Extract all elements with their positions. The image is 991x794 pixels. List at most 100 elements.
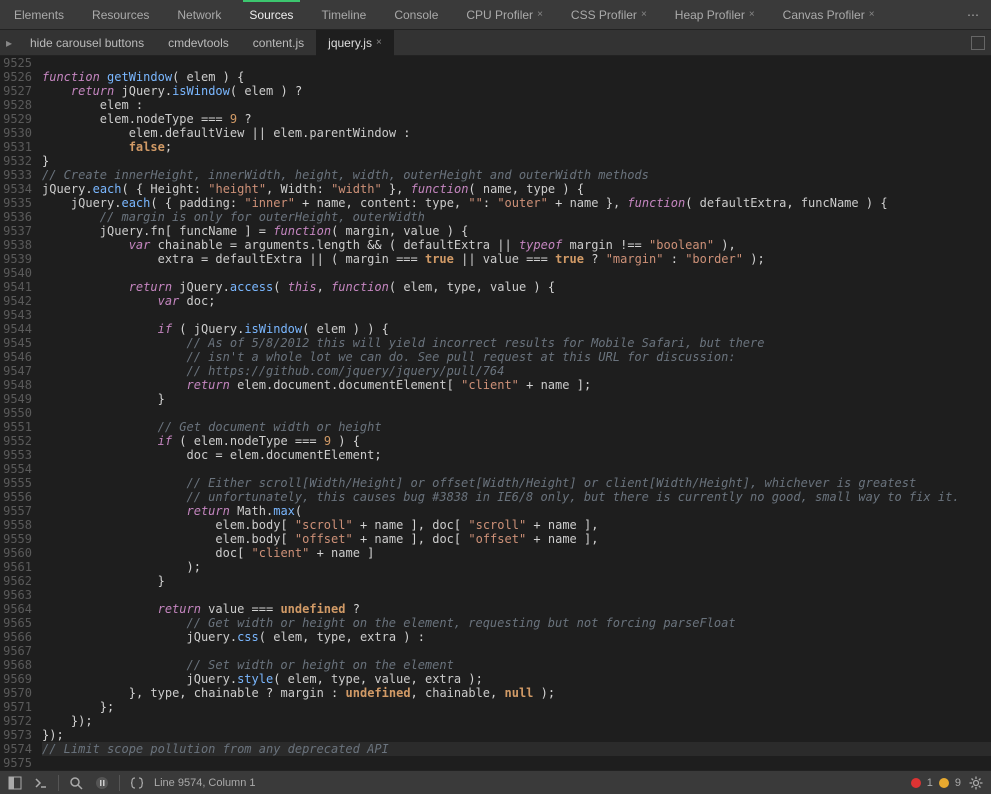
line-number[interactable]: 9568 [0,658,32,672]
error-icon[interactable] [911,778,921,788]
devtools-tab-resources[interactable]: Resources [78,0,163,30]
code-line[interactable]: jQuery.each( { Height: "height", Width: … [42,182,991,196]
line-number[interactable]: 9543 [0,308,32,322]
gear-icon[interactable] [967,774,985,792]
line-number[interactable]: 9549 [0,392,32,406]
code-line[interactable] [42,266,991,280]
code-line[interactable]: }); [42,714,991,728]
close-icon[interactable]: × [376,30,382,56]
line-number[interactable]: 9574 [0,742,32,756]
line-number[interactable]: 9551 [0,420,32,434]
code-line[interactable]: false; [42,140,991,154]
line-number[interactable]: 9575 [0,756,32,770]
code-line[interactable]: elem.defaultView || elem.parentWindow : [42,126,991,140]
code-line[interactable]: doc[ "client" + name ] [42,546,991,560]
code-line[interactable]: // Create innerHeight, innerWidth, heigh… [42,168,991,182]
panel-toggle-icon[interactable] [971,36,985,50]
code-line[interactable]: elem : [42,98,991,112]
line-number[interactable]: 9539 [0,252,32,266]
more-menu-icon[interactable]: ⋯ [955,8,991,22]
devtools-tab-css-profiler[interactable]: CSS Profiler× [557,0,661,30]
code-line[interactable]: // Get width or height on the element, r… [42,616,991,630]
code-line[interactable]: doc = elem.documentElement; [42,448,991,462]
code-line[interactable]: var chainable = arguments.length && ( de… [42,238,991,252]
line-number[interactable]: 9569 [0,672,32,686]
file-tab-hide-carousel-buttons[interactable]: hide carousel buttons [18,30,156,56]
line-number[interactable]: 9563 [0,588,32,602]
line-number[interactable]: 9573 [0,728,32,742]
file-tab-dropdown-icon[interactable]: ▸ [0,36,18,50]
dock-icon[interactable] [6,774,24,792]
line-number[interactable]: 9548 [0,378,32,392]
line-number[interactable]: 9552 [0,434,32,448]
line-number[interactable]: 9546 [0,350,32,364]
line-number[interactable]: 9526 [0,70,32,84]
line-number[interactable]: 9559 [0,532,32,546]
devtools-tab-cpu-profiler[interactable]: CPU Profiler× [452,0,557,30]
code-content[interactable]: function getWindow( elem ) { return jQue… [38,56,991,770]
code-line[interactable]: }; [42,700,991,714]
code-line[interactable]: elem.nodeType === 9 ? [42,112,991,126]
line-number[interactable]: 9545 [0,336,32,350]
code-line[interactable]: } [42,154,991,168]
close-icon[interactable]: × [869,0,875,30]
devtools-tab-sources[interactable]: Sources [235,0,307,30]
line-number[interactable]: 9554 [0,462,32,476]
code-line[interactable]: if ( elem.nodeType === 9 ) { [42,434,991,448]
code-line[interactable]: // As of 5/8/2012 this will yield incorr… [42,336,991,350]
line-number[interactable]: 9530 [0,126,32,140]
code-line[interactable]: // Set width or height on the element [42,658,991,672]
code-line[interactable]: jQuery.css( elem, type, extra ) : [42,630,991,644]
line-number[interactable]: 9544 [0,322,32,336]
line-number[interactable]: 9525 [0,56,32,70]
code-line[interactable] [42,588,991,602]
devtools-tab-elements[interactable]: Elements [0,0,78,30]
line-number[interactable]: 9571 [0,700,32,714]
line-number[interactable]: 9532 [0,154,32,168]
code-line[interactable] [42,756,991,770]
code-line[interactable]: jQuery.style( elem, type, value, extra )… [42,672,991,686]
line-number[interactable]: 9533 [0,168,32,182]
line-number[interactable]: 9565 [0,616,32,630]
file-tab-content-js[interactable]: content.js [241,30,316,56]
line-number[interactable]: 9529 [0,112,32,126]
code-line[interactable]: // Get document width or height [42,420,991,434]
code-line[interactable]: jQuery.fn[ funcName ] = function( margin… [42,224,991,238]
line-number[interactable]: 9572 [0,714,32,728]
code-line[interactable]: ); [42,560,991,574]
line-number[interactable]: 9567 [0,644,32,658]
line-number[interactable]: 9564 [0,602,32,616]
code-line[interactable]: function getWindow( elem ) { [42,70,991,84]
line-number[interactable]: 9555 [0,476,32,490]
code-line[interactable]: if ( jQuery.isWindow( elem ) ) { [42,322,991,336]
close-icon[interactable]: × [641,0,647,30]
line-number[interactable]: 9538 [0,238,32,252]
pretty-print-icon[interactable] [128,774,146,792]
file-tab-cmdevtools[interactable]: cmdevtools [156,30,241,56]
line-number[interactable]: 9557 [0,504,32,518]
line-number[interactable]: 9561 [0,560,32,574]
devtools-tab-canvas-profiler[interactable]: Canvas Profiler× [769,0,889,30]
code-editor[interactable]: 9525952695279528952995309531953295339534… [0,56,991,770]
line-number[interactable]: 9558 [0,518,32,532]
code-line[interactable] [42,406,991,420]
code-line[interactable]: } [42,574,991,588]
line-number[interactable]: 9537 [0,224,32,238]
line-number[interactable]: 9566 [0,630,32,644]
code-line[interactable]: var doc; [42,294,991,308]
code-line[interactable]: return value === undefined ? [42,602,991,616]
close-icon[interactable]: × [749,0,755,30]
devtools-tab-console[interactable]: Console [380,0,452,30]
code-line[interactable] [42,308,991,322]
code-line[interactable] [42,644,991,658]
code-line[interactable]: elem.body[ "offset" + name ], doc[ "offs… [42,532,991,546]
code-line[interactable]: // isn't a whole lot we can do. See pull… [42,350,991,364]
line-number[interactable]: 9556 [0,490,32,504]
console-toggle-icon[interactable] [32,774,50,792]
code-line[interactable]: // unfortunately, this causes bug #3838 … [42,490,991,504]
line-number[interactable]: 9541 [0,280,32,294]
code-line[interactable]: extra = defaultExtra || ( margin === tru… [42,252,991,266]
code-line[interactable]: return jQuery.access( this, function( el… [42,280,991,294]
code-line[interactable]: } [42,392,991,406]
line-number[interactable]: 9562 [0,574,32,588]
